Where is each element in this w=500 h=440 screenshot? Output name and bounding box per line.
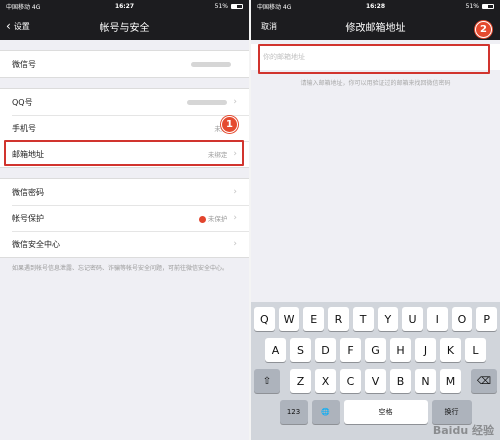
- key-q[interactable]: Q: [253, 307, 275, 331]
- nav-bar: ‹ 设置 帐号与安全: [0, 12, 249, 40]
- keyboard-row-1: QWERTYUIOP: [253, 307, 498, 331]
- footnote: 如果遇到帐号信息泄露、忘记密码、诈骗等帐号安全问题，可前往微信安全中心。: [12, 265, 229, 272]
- redacted-value: [191, 61, 231, 67]
- nav-bar: 取消 修改邮箱地址: [251, 12, 500, 40]
- step-marker-2: 2: [475, 21, 492, 38]
- row-security-center[interactable]: 微信安全中心 ›: [0, 231, 249, 257]
- right-screen: 中国移动 4G 16:28 51% 取消 修改邮箱地址 你的邮箱地址 请输入邮箱…: [251, 0, 500, 440]
- key-o[interactable]: O: [451, 307, 473, 331]
- space-key[interactable]: 空格: [343, 400, 428, 424]
- status-bar: 中国移动 4G 16:28 51%: [251, 0, 500, 12]
- key-j[interactable]: J: [415, 338, 436, 362]
- row-value: 未保护: [198, 213, 228, 223]
- key-z[interactable]: Z: [290, 369, 311, 393]
- settings-group-3: 微信密码 › 帐号保护 未保护 › 微信安全中心 ›: [0, 178, 249, 258]
- key-s[interactable]: S: [290, 338, 311, 362]
- back-label: 设置: [13, 21, 30, 31]
- key-b[interactable]: B: [390, 369, 411, 393]
- key-w[interactable]: W: [278, 307, 300, 331]
- globe-icon[interactable]: 🌐: [311, 400, 340, 424]
- row-wechat-id[interactable]: 微信号: [0, 51, 249, 77]
- key-r[interactable]: R: [328, 307, 349, 331]
- chevron-right-icon: ›: [233, 239, 237, 249]
- status-time: 16:27: [114, 2, 135, 10]
- status-bar: 中国移动 4G 16:27 51%: [0, 0, 249, 12]
- keyboard: QWERTYUIOP ASDFGHJKL ⇧ ZXCVBNM ⌫ 123 🌐 空…: [251, 302, 500, 440]
- key-i[interactable]: I: [426, 307, 448, 331]
- key-k[interactable]: K: [440, 338, 461, 362]
- key-f[interactable]: F: [340, 338, 361, 362]
- key-e[interactable]: E: [303, 307, 325, 331]
- row-label: 手机号: [12, 123, 36, 133]
- chevron-right-icon: ›: [233, 97, 237, 107]
- highlight-box-email: [4, 140, 244, 166]
- row-label: 微信安全中心: [12, 239, 60, 249]
- key-u[interactable]: U: [402, 307, 423, 331]
- key-a[interactable]: A: [265, 338, 286, 362]
- highlight-box-email-input: [258, 44, 490, 74]
- step-marker-1: 1: [221, 116, 238, 133]
- chevron-right-icon: ›: [233, 187, 237, 197]
- row-account-protection[interactable]: 帐号保护 未保护 ›: [0, 205, 249, 231]
- key-h[interactable]: H: [390, 338, 411, 362]
- key-y[interactable]: Y: [377, 307, 399, 331]
- row-label: 微信号: [12, 59, 36, 69]
- protection-status: 未保护: [207, 215, 228, 223]
- key-t[interactable]: T: [352, 307, 374, 331]
- key-p[interactable]: P: [476, 307, 498, 331]
- return-key[interactable]: 换行: [431, 400, 472, 424]
- row-label: QQ号: [12, 97, 33, 107]
- shield-icon: [198, 215, 206, 223]
- shift-key[interactable]: ⇧: [254, 369, 280, 393]
- battery-icon: [231, 3, 243, 9]
- status-time: 16:28: [365, 2, 386, 10]
- row-qq[interactable]: QQ号 ›: [0, 89, 249, 115]
- key-n[interactable]: N: [415, 369, 436, 393]
- delete-key[interactable]: ⌫: [471, 369, 497, 393]
- key-g[interactable]: G: [365, 338, 386, 362]
- row-phone[interactable]: 手机号 未绑 ›: [0, 115, 249, 141]
- key-m[interactable]: M: [440, 369, 461, 393]
- key-l[interactable]: L: [465, 338, 486, 362]
- keyboard-row-4: 123 🌐 空格 换行: [254, 400, 497, 424]
- key-x[interactable]: X: [315, 369, 336, 393]
- row-password[interactable]: 微信密码 ›: [0, 179, 249, 205]
- numbers-key[interactable]: 123: [279, 400, 308, 424]
- key-c[interactable]: C: [340, 369, 361, 393]
- watermark: Baidu 经验: [432, 424, 494, 437]
- cancel-button[interactable]: 取消: [261, 12, 277, 40]
- page-title: 帐号与安全: [99, 22, 150, 34]
- chevron-left-icon: ‹: [6, 19, 11, 33]
- key-d[interactable]: D: [315, 338, 336, 362]
- settings-group-1: 微信号: [0, 50, 249, 78]
- redacted-value: [187, 99, 228, 105]
- back-button[interactable]: ‹ 设置: [6, 12, 30, 40]
- keyboard-row-2: ASDFGHJKL: [254, 338, 497, 362]
- row-label: 微信密码: [12, 187, 44, 197]
- keyboard-row-3: ⇧ ZXCVBNM ⌫: [254, 369, 497, 393]
- chevron-right-icon: ›: [233, 213, 237, 223]
- key-v[interactable]: V: [365, 369, 386, 393]
- row-label: 帐号保护: [12, 213, 44, 223]
- page-title: 修改邮箱地址: [345, 22, 406, 34]
- battery-icon: [482, 3, 494, 9]
- left-screen: 中国移动 4G 16:27 51% ‹ 设置 帐号与安全 微信号 QQ号 › 手…: [0, 0, 249, 440]
